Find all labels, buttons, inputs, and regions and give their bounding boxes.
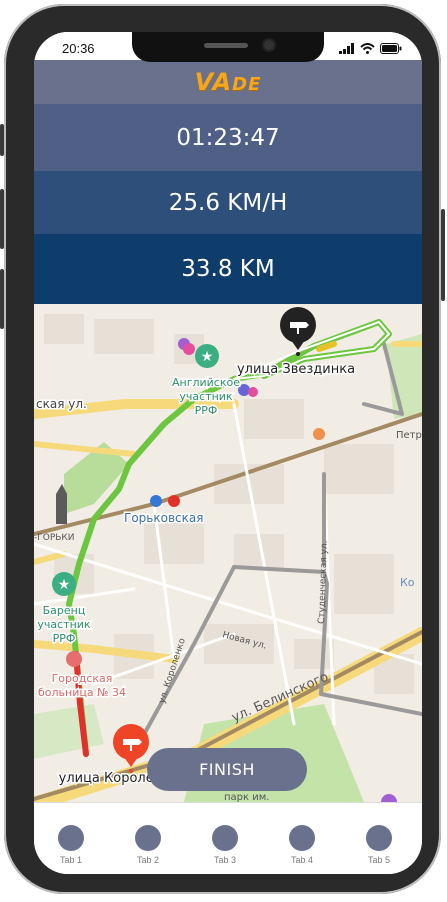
mute-switch <box>0 124 4 156</box>
poi-orange-marker[interactable] <box>313 428 325 440</box>
star-icon: ★ <box>58 577 71 593</box>
volume-up-button <box>0 189 4 249</box>
metro-marker-blue[interactable] <box>150 495 162 507</box>
street-label-top: улица Звездинка <box>237 362 355 377</box>
hospital-label-1: Городская <box>52 672 113 685</box>
tab-1[interactable]: Tab 1 <box>41 825 101 865</box>
tab-bar: Tab 1 Tab 2 Tab 3 Tab 4 Tab 5 <box>34 802 422 874</box>
status-icons <box>339 42 402 54</box>
tab-3-icon <box>212 825 238 851</box>
signal-icon <box>339 43 354 54</box>
street-label-ko: Ко <box>400 576 415 589</box>
poi-barents-label-2: участник <box>37 618 91 631</box>
power-button <box>441 209 445 301</box>
tab-3-label: Tab 3 <box>213 855 237 865</box>
tab-2-label: Tab 2 <box>136 855 160 865</box>
tab-4-label: Tab 4 <box>290 855 314 865</box>
distance-panel: 33.8 KM <box>34 234 422 304</box>
notch <box>132 32 324 62</box>
tab-3[interactable]: Tab 3 <box>195 825 255 865</box>
tab-2-icon <box>135 825 161 851</box>
hospital-label-2: больница № 34 <box>38 686 126 699</box>
poi-pink-marker-2[interactable] <box>248 387 258 397</box>
logo-main-text: VA <box>194 68 233 96</box>
tab-5-label: Tab 5 <box>367 855 391 865</box>
metro-marker-red[interactable] <box>168 495 180 507</box>
tab-5-icon <box>366 825 392 851</box>
duration-panel: 01:23:47 <box>34 104 422 171</box>
map-canvas[interactable]: ★ ★ улица Звездинка улица Королёва ская … <box>34 304 422 802</box>
park-label: парк им. <box>224 792 269 802</box>
speaker <box>204 43 248 48</box>
poi-english-label-3: РРФ <box>195 404 218 417</box>
star-icon: ★ <box>201 349 214 365</box>
speed-panel: 25.6 KM/H <box>34 171 422 234</box>
street-label-left: ская ул. <box>36 397 87 411</box>
tab-2[interactable]: Tab 2 <box>118 825 178 865</box>
finish-button[interactable]: FINISH <box>147 748 307 791</box>
poi-hospital-marker[interactable] <box>66 651 82 667</box>
logo-rest-text: DE <box>232 74 262 95</box>
metro-label: Горьковская <box>124 511 203 525</box>
duration-value: 01:23:47 <box>176 124 280 151</box>
wifi-icon <box>360 43 375 54</box>
poi-english-label-2: участник <box>179 390 233 403</box>
street-label-petr: Петр <box>396 430 422 441</box>
tab-5[interactable]: Tab 5 <box>349 825 409 865</box>
tab-1-icon <box>58 825 84 851</box>
tab-1-label: Tab 1 <box>59 855 83 865</box>
poi-barents-label-1: Баренц <box>43 604 86 617</box>
camera-icon <box>264 40 274 50</box>
tab-4-icon <box>289 825 315 851</box>
phone-frame: 20:36 VADE 01:23:47 25.6 KM/H 33.8 KM ★ … <box>0 4 445 894</box>
poi-barents-label-3: РРФ <box>53 632 76 645</box>
left-gorky-label: -ГОРЬКИ <box>34 533 75 543</box>
speed-value: 25.6 KM/H <box>168 189 288 216</box>
battery-icon <box>380 43 402 54</box>
tab-4[interactable]: Tab 4 <box>272 825 332 865</box>
poi-pink-marker[interactable] <box>183 343 195 355</box>
poi-english-label-1: Английское <box>172 376 240 389</box>
status-time: 20:36 <box>62 41 95 56</box>
volume-down-button <box>0 269 4 329</box>
route-map[interactable]: ★ ★ улица Звездинка улица Королёва ская … <box>34 304 422 802</box>
app-logo: VADE <box>195 68 262 96</box>
distance-value: 33.8 KM <box>181 256 275 282</box>
app-header: VADE <box>34 60 422 104</box>
phone-screen: 20:36 VADE 01:23:47 25.6 KM/H 33.8 KM ★ … <box>34 32 422 874</box>
